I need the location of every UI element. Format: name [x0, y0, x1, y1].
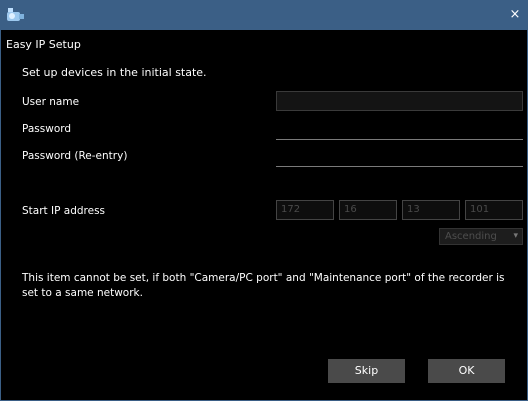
- start-ip-label: Start IP address: [22, 205, 106, 217]
- network-note: This item cannot be set, if both "Camera…: [22, 272, 505, 299]
- order-select[interactable]: Ascending ▾: [439, 228, 523, 245]
- skip-button[interactable]: Skip: [328, 359, 405, 383]
- window-border-left: [0, 30, 1, 401]
- instruction-text: Set up devices in the initial state.: [22, 66, 207, 79]
- chevron-down-icon: ▾: [513, 231, 518, 241]
- dialog-title: Easy IP Setup: [6, 38, 81, 51]
- order-select-value: Ascending: [445, 231, 497, 242]
- ip-octet-3-input[interactable]: 13: [402, 200, 460, 220]
- password-label: Password: [22, 123, 72, 135]
- ok-button[interactable]: OK: [428, 359, 505, 383]
- user-name-input[interactable]: [276, 91, 523, 111]
- ip-octet-4-input[interactable]: 101: [465, 200, 523, 220]
- user-name-label: User name: [22, 96, 80, 108]
- ip-octet-1-input[interactable]: 172: [276, 200, 334, 220]
- close-icon[interactable]: ×: [506, 6, 524, 24]
- easy-ip-setup-window: × Easy IP Setup Set up devices in the in…: [0, 0, 528, 401]
- title-bar[interactable]: ×: [0, 0, 528, 30]
- password-input[interactable]: [276, 121, 523, 140]
- password-reentry-input[interactable]: [276, 148, 523, 167]
- password-reentry-label: Password (Re-entry): [22, 150, 128, 162]
- app-icon: [7, 8, 24, 21]
- ip-octet-2-input[interactable]: 16: [339, 200, 397, 220]
